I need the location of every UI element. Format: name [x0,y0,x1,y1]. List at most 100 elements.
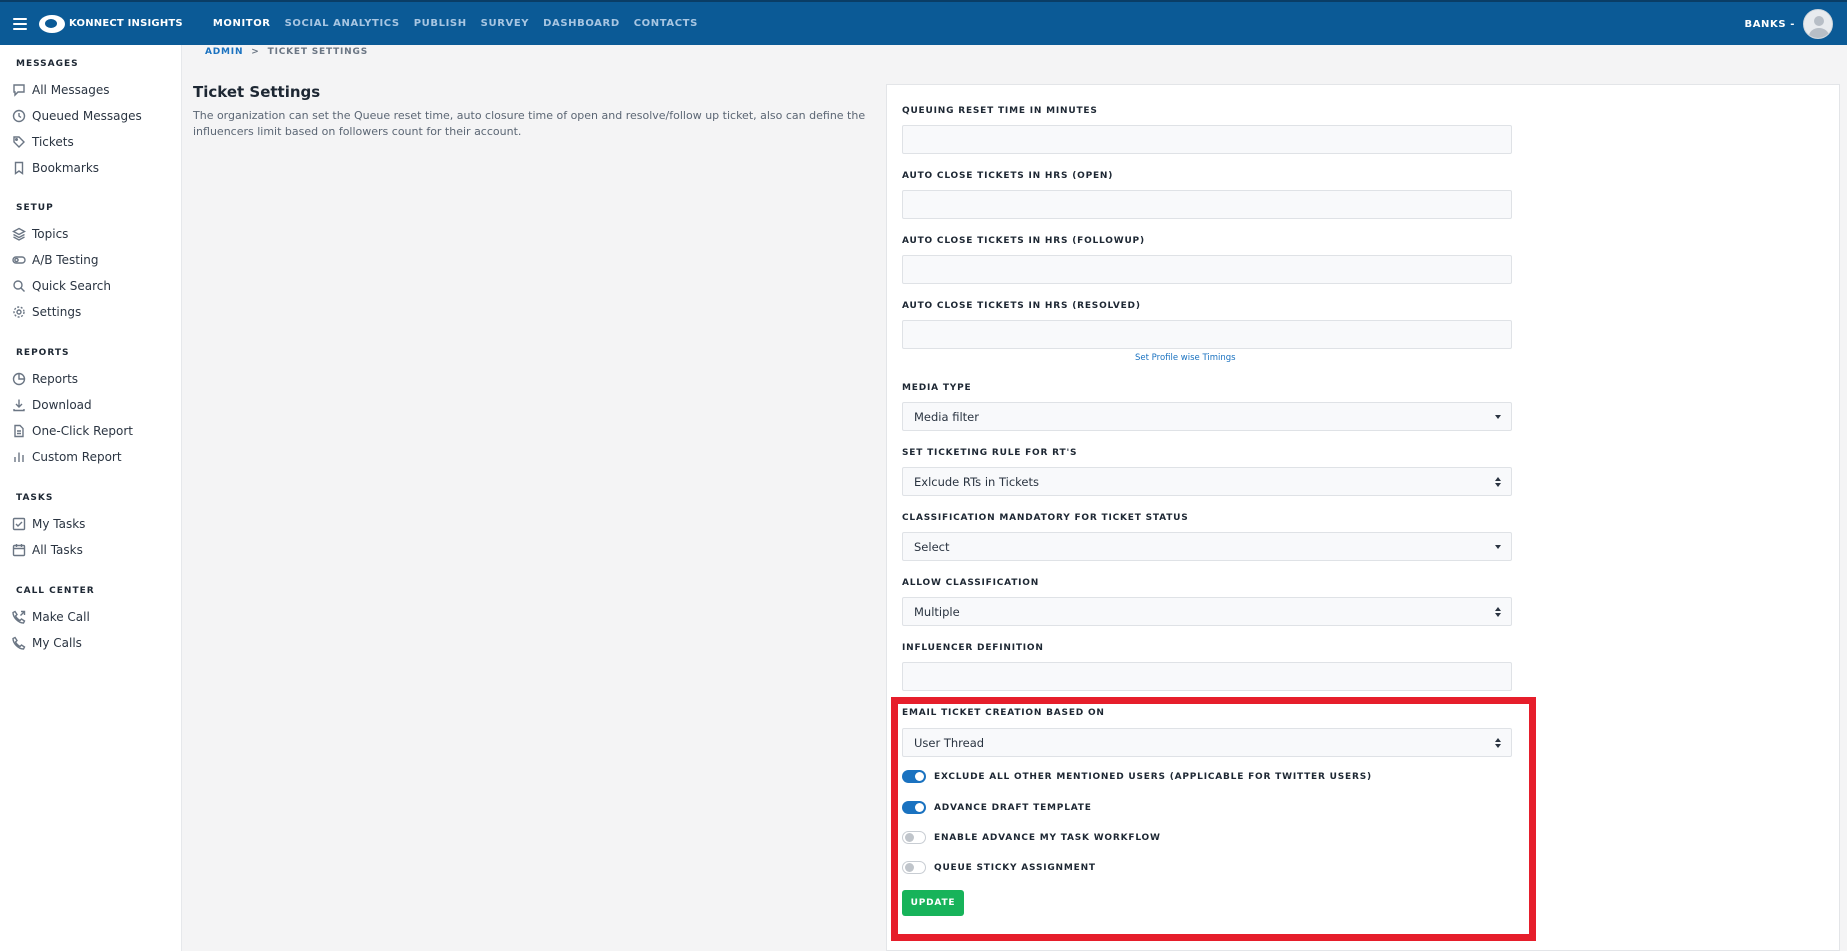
sidebar-item-label: Quick Search [32,279,111,293]
top-navigation-bar: KONNECT INSIGHTS MONITOR SOCIAL ANALYTIC… [0,0,1847,45]
search-icon [13,280,25,292]
calendar-icon [12,544,26,557]
email-ticket-select[interactable]: User Thread [902,728,1512,757]
media-type-select[interactable]: Media filter [902,402,1512,431]
bar-chart-icon [14,452,24,462]
media-type-label: MEDIA TYPE [902,383,972,393]
layers-icon [12,227,26,241]
updown-arrow-icon [1495,738,1501,748]
classification-mandatory-select[interactable]: Select [902,532,1512,561]
page-description: The organization can set the Queue reset… [193,109,866,138]
queue-sticky-toggle[interactable] [902,861,926,874]
breadcrumb-current: TICKET SETTINGS [267,47,368,57]
updown-arrow-icon [1495,607,1501,617]
sidebar-item-label: Settings [32,305,82,319]
sidebar-item-queued-messages[interactable]: Queued Messages [12,107,142,125]
email-ticket-value: User Thread [914,735,985,750]
advance-task-workflow-toggle[interactable] [902,831,926,844]
phone-out-icon [12,610,26,624]
rt-rule-select[interactable]: Exlcude RTs in Tickets [902,467,1512,496]
profile-timings-link[interactable]: Set Profile wise Timings [1135,353,1236,363]
user-name[interactable]: BANKS - [1744,19,1795,30]
exclude-mentioned-toggle[interactable] [902,770,926,783]
sidebar-item-label: All Tasks [32,543,83,557]
user-menu[interactable]: BANKS - [1744,9,1833,39]
toggle-row-queue-sticky: QUEUE STICKY ASSIGNMENT [902,861,1096,874]
sidebar-item-topics[interactable]: Topics [12,225,68,243]
sidebar-item-my-calls[interactable]: My Calls [12,634,82,652]
auto-close-open-input[interactable] [902,190,1512,219]
brand-logo[interactable]: KONNECT INSIGHTS [39,14,183,33]
advance-draft-toggle[interactable] [902,801,926,814]
sidebar-item-reports[interactable]: Reports [12,370,78,388]
nav-dashboard[interactable]: DASHBOARD [543,18,620,29]
queue-reset-input[interactable] [902,125,1512,154]
clock-icon [12,109,26,123]
sidebar-item-ab-testing[interactable]: A/B Testing [12,251,99,269]
sidebar-item-label: Custom Report [32,450,122,464]
email-ticket-label: EMAIL TICKET CREATION BASED ON [902,708,1105,718]
sidebar-item-my-tasks[interactable]: My Tasks [12,515,85,533]
sidebar-item-all-messages[interactable]: All Messages [12,81,110,99]
toggle-row-advance-task-workflow: ENABLE ADVANCE MY TASK WORKFLOW [902,831,1161,844]
auto-close-followup-label: AUTO CLOSE TICKETS IN HRS (FOLLOWUP) [902,236,1145,246]
sidebar-item-label: Topics [32,227,69,241]
sidebar-item-one-click-report[interactable]: One-Click Report [12,422,133,440]
sidebar: MESSAGES All Messages Queued Messages Ti… [0,45,182,951]
checkbox-icon [12,517,26,531]
sidebar-item-label: Make Call [32,610,90,624]
caret-down-icon [1495,545,1501,549]
sidebar-item-make-call[interactable]: Make Call [12,608,90,626]
toggle-row-advance-draft: ADVANCE DRAFT TEMPLATE [902,801,1092,814]
auto-close-followup-input[interactable] [902,255,1512,284]
sidebar-item-custom-report[interactable]: Custom Report [12,448,122,466]
hamburger-menu-icon[interactable] [13,17,27,30]
sidebar-section-call-center: CALL CENTER [16,586,95,596]
sidebar-item-settings[interactable]: Settings [12,303,81,321]
influencer-definition-label: INFLUENCER DEFINITION [902,643,1044,653]
sidebar-item-label: Tickets [32,135,74,149]
phone-icon [12,636,26,650]
sidebar-item-quick-search[interactable]: Quick Search [12,277,111,295]
breadcrumb-admin[interactable]: ADMIN [205,47,243,57]
influencer-definition-input[interactable] [902,662,1512,691]
sidebar-item-all-tasks[interactable]: All Tasks [12,541,83,559]
sidebar-item-label: Queued Messages [32,109,142,123]
exclude-mentioned-label: EXCLUDE ALL OTHER MENTIONED USERS (APPLI… [934,771,1372,782]
toggle-icon [12,256,26,264]
logo-mark-icon [39,14,65,33]
sidebar-item-label: My Calls [32,636,82,650]
auto-close-open-label: AUTO CLOSE TICKETS IN HRS (OPEN) [902,171,1114,181]
toggle-row-exclude-mentioned: EXCLUDE ALL OTHER MENTIONED USERS (APPLI… [902,770,1372,783]
sidebar-item-label: Bookmarks [32,161,100,175]
sidebar-item-download[interactable]: Download [12,396,92,414]
advance-draft-label: ADVANCE DRAFT TEMPLATE [934,802,1092,813]
queue-sticky-label: QUEUE STICKY ASSIGNMENT [934,862,1096,873]
nav-publish[interactable]: PUBLISH [414,18,467,29]
rt-rule-label: SET TICKETING RULE FOR RT'S [902,448,1078,458]
download-icon [13,399,25,412]
sidebar-section-reports: REPORTS [16,348,70,358]
update-button[interactable]: UPDATE [902,890,964,916]
nav-monitor[interactable]: MONITOR [213,18,271,29]
nav-survey[interactable]: SURVEY [481,18,529,29]
sidebar-item-label: My Tasks [32,517,86,531]
sidebar-item-label: Reports [32,372,79,386]
nav-social-analytics[interactable]: SOCIAL ANALYTICS [285,18,400,29]
queue-reset-label: QUEUING RESET TIME IN MINUTES [902,106,1098,116]
document-icon [14,424,24,438]
sidebar-item-label: One-Click Report [32,424,133,438]
updown-arrow-icon [1495,477,1501,487]
auto-close-resolved-input[interactable] [902,320,1512,349]
sidebar-item-bookmarks[interactable]: Bookmarks [12,159,99,177]
sidebar-section-setup: SETUP [16,203,54,213]
avatar[interactable] [1803,9,1833,39]
allow-classification-select[interactable]: Multiple [902,597,1512,626]
auto-close-resolved-label: AUTO CLOSE TICKETS IN HRS (RESOLVED) [902,301,1141,311]
allow-classification-value: Multiple [914,604,960,619]
sidebar-item-label: All Messages [32,83,110,97]
nav-contacts[interactable]: CONTACTS [634,18,698,29]
allow-classification-label: ALLOW CLASSIFICATION [902,578,1040,588]
sidebar-item-tickets[interactable]: Tickets [12,133,74,151]
sidebar-section-messages: MESSAGES [16,59,79,69]
